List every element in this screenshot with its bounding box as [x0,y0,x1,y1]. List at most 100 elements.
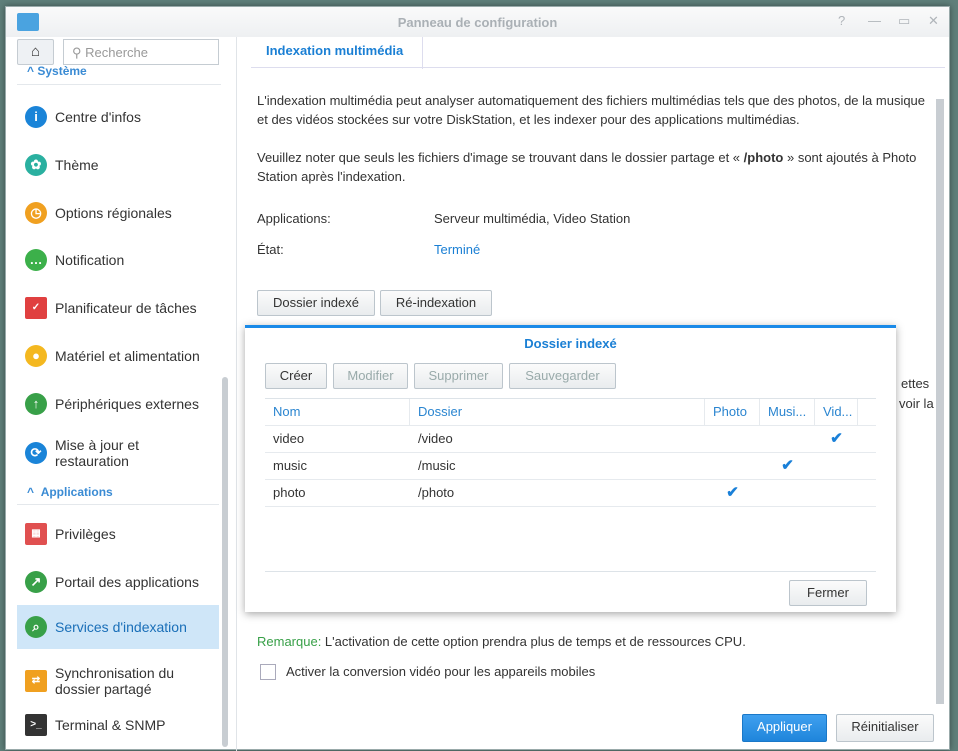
obscured-text-2: voir la [899,396,934,411]
cell-music [760,480,815,506]
reindex-button[interactable]: Ré-indexation [380,290,492,316]
cell-photo [705,453,760,479]
info-icon: i [25,106,47,128]
section-label: Applications [40,485,113,499]
chat-icon: … [25,249,47,271]
sidebar-item[interactable]: ✓ Planificateur de tâches [17,293,219,323]
close-button[interactable]: Fermer [789,580,867,606]
sidebar-item[interactable]: ⌕ Services d'indexation [17,605,219,649]
bulb-icon: ● [25,345,47,367]
reset-button[interactable]: Réinitialiser [836,714,934,742]
cell-video: ✔ [830,430,843,447]
sidebar-item-label: Mise à jour et restauration [55,437,140,469]
sidebar: ^ Système ^ Applications i Centre d'infos… [17,65,221,749]
sidebar-item-label: Centre d'infos [55,109,141,125]
col-music[interactable]: Musi... [760,399,815,425]
cell-music [760,426,815,452]
home-icon: ⌂ [30,43,41,60]
cell-video [815,453,858,479]
sidebar-item-label: Thème [55,157,99,173]
window-title: Panneau de configuration [397,15,558,30]
refresh-icon: ⟳ [25,442,47,464]
index-search-icon: ⌕ [25,616,47,638]
sidebar-item[interactable]: >_ Terminal & SNMP [17,710,219,740]
search-input[interactable]: ⚲ Recherche [63,39,219,65]
cell-folder: /music [418,458,456,473]
save-button[interactable]: Sauvegarder [509,363,616,389]
sidebar-item[interactable]: ↑ Périphériques externes [17,389,219,419]
cell-name: video [273,431,305,446]
section-applications[interactable]: ^ Applications [17,479,219,505]
sidebar-scrollbar[interactable] [222,377,228,747]
divider [236,37,237,751]
minimize-icon[interactable]: — [868,13,881,28]
table-row[interactable]: photo/photo ✔ [265,480,876,507]
sidebar-item[interactable]: ↗ Portail des applications [17,567,219,597]
remark-text: L'activation de cette option prendra plu… [321,634,746,649]
close-icon[interactable]: ✕ [928,13,939,29]
cell-video [815,480,858,506]
sidebar-item[interactable]: … Notification [17,245,219,275]
sidebar-item[interactable]: ⟳ Mise à jour et restauration [17,425,219,481]
sidebar-item[interactable]: ◷ Options régionales [17,198,219,228]
portal-icon: ↗ [25,571,47,593]
section-label: Système [37,65,87,78]
dialog-title: Dossier indexé [524,336,617,351]
sidebar-item-label: Périphériques externes [55,396,199,412]
title-bar: Panneau de configuration ? — ▭ ✕ [6,7,949,37]
photo-note: Veuillez noter que seuls les fichiers d'… [257,148,937,186]
remark: Remarque: L'activation de cette option p… [257,634,746,649]
create-button[interactable]: Créer [265,363,327,389]
help-icon[interactable]: ? [838,13,845,28]
tab-multimedia-indexing[interactable]: Indexation multimédia [251,37,423,69]
sidebar-item[interactable]: ● Matériel et alimentation [17,341,219,371]
table-row[interactable]: video/video ✔ [265,426,876,453]
note-text: Veuillez noter que seuls les fichiers d'… [257,150,744,165]
sidebar-item[interactable]: ⇄ Synchronisation du dossier partagé [17,653,219,709]
edit-button[interactable]: Modifier [333,363,408,389]
search-icon: ⚲ [72,45,86,60]
checkbox-label: Activer la conversion vidéo pour les app… [286,664,596,679]
cell-photo [705,426,760,452]
sidebar-item[interactable]: ▦ Privilèges [17,519,219,549]
apply-button[interactable]: Appliquer [742,714,827,742]
sidebar-item-label: Options régionales [55,205,172,221]
calendar-icon: ✓ [25,297,47,319]
col-photo[interactable]: Photo [705,399,760,425]
cell-folder: /photo [418,485,455,500]
search-placeholder: Recherche [85,45,149,60]
cell-photo: ✔ [726,484,739,501]
col-name[interactable]: Nom [265,399,410,425]
description-text: L'indexation multimédia peut analyser au… [257,93,926,127]
regional-icon: ◷ [25,202,47,224]
upload-icon: ↑ [25,393,47,415]
sidebar-item-label: Matériel et alimentation [55,348,200,364]
section-system[interactable]: ^ Système [17,65,221,85]
table-header: Nom Dossier Photo Musi... Vid... [265,399,876,426]
terminal-icon: >_ [25,714,47,736]
sidebar-item-label: Notification [55,252,125,268]
maximize-icon[interactable]: ▭ [898,13,910,29]
sidebar-item-label: Privilèges [55,526,116,542]
state-value: Terminé [434,242,481,257]
delete-button[interactable]: Supprimer [414,363,503,389]
apps-label: Applications: [257,211,331,226]
home-button[interactable]: ⌂ [17,39,54,65]
tab-divider [251,67,945,68]
sidebar-item-label: Synchronisation du dossier partagé [55,665,175,697]
folder-table: Nom Dossier Photo Musi... Vid... video/v… [265,398,876,507]
col-video[interactable]: Vid... [815,399,858,425]
content-scrollbar[interactable] [936,99,944,704]
cell-name: photo [273,485,306,500]
indexed-folder-button[interactable]: Dossier indexé [257,290,375,316]
sidebar-item[interactable]: ✿ Thème [17,150,219,180]
sidebar-item-label: Services d'indexation [55,619,187,635]
table-row[interactable]: music/music ✔ [265,453,876,480]
sidebar-item[interactable]: i Centre d'infos [17,102,219,132]
col-folder[interactable]: Dossier [410,399,705,425]
video-conversion-checkbox[interactable] [260,664,276,680]
cell-music: ✔ [781,457,794,474]
description: L'indexation multimédia peut analyser au… [257,91,937,186]
sync-folder-icon: ⇄ [25,670,47,692]
grid-icon: ▦ [25,523,47,545]
